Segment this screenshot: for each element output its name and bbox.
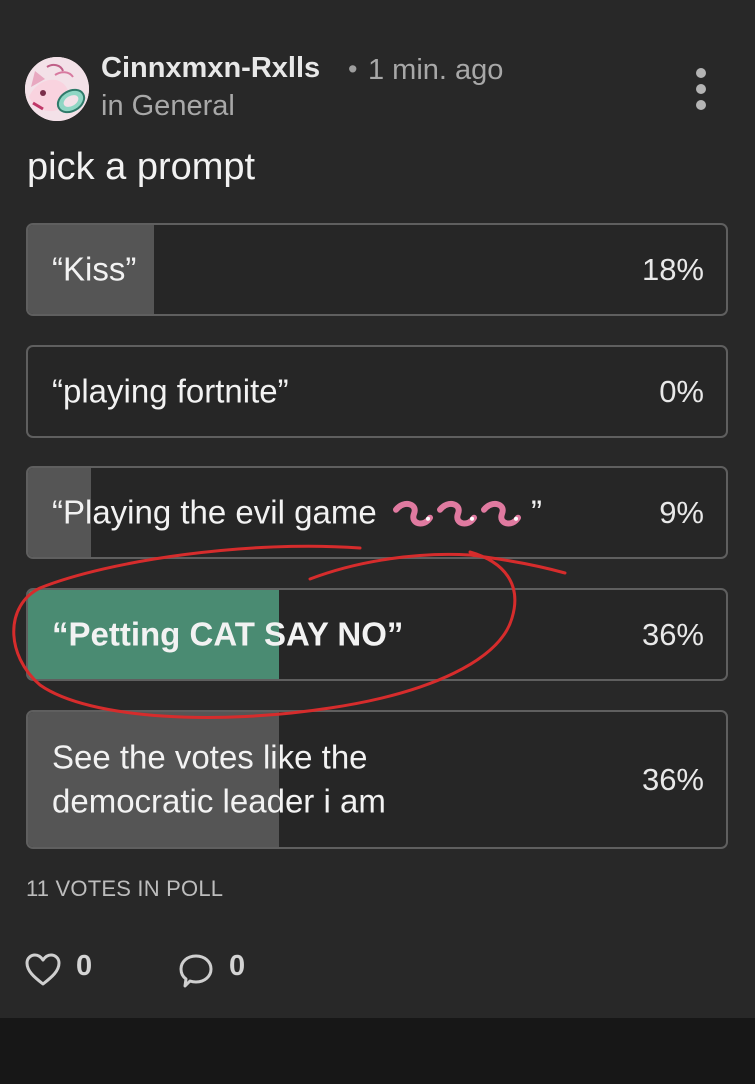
vertical-ellipsis-icon[interactable] [684, 66, 718, 112]
worm-emoji-icon [392, 500, 521, 527]
poll-option-percent: 36% [641, 761, 704, 797]
poll-vote-count: 11 VOTES IN POLL [26, 876, 224, 901]
poll-option-label: “Playing the evil game [52, 493, 377, 531]
poll-option[interactable]: “playing fortnite” 0% [26, 345, 728, 438]
poll-option-label: “playing fortnite” [52, 372, 289, 410]
heart-icon [25, 953, 61, 986]
bottom-bar [0, 1018, 755, 1084]
comment-count: 0 [229, 950, 246, 982]
poll-option-percent: 9% [659, 494, 704, 530]
poll-option-selected[interactable]: “Petting CAT SAY NO” 36% [26, 588, 728, 681]
poll-option-percent: 0% [659, 373, 704, 409]
poll-option-label-end: ” [531, 493, 543, 531]
post-card: Cinnxmxn-Rxlls • 1 min. ago in General p… [0, 0, 755, 1018]
author-avatar[interactable] [25, 57, 89, 121]
meta-separator: • [348, 54, 358, 84]
poll-option-label: See the votes like the democratic leader… [52, 737, 386, 820]
poll-option[interactable]: See the votes like the democratic leader… [26, 710, 728, 849]
author-name[interactable]: Cinnxmxn-Rxlls [101, 52, 320, 85]
post-title: pick a prompt [27, 146, 256, 188]
poll-option[interactable]: “Playing the evil game ” 9% [26, 466, 728, 559]
like-count: 0 [76, 950, 93, 982]
poll-option-label: “Petting CAT SAY NO” [52, 615, 404, 653]
poll-option-percent: 36% [641, 616, 704, 652]
poll-option-percent: 18% [641, 251, 704, 287]
poll-option-label-wrap: “Playing the evil game ” [52, 490, 542, 535]
speech-bubble-icon [179, 954, 213, 988]
like-button[interactable]: 0 [24, 948, 124, 992]
comment-button[interactable]: 0 [177, 948, 277, 992]
poll-option[interactable]: “Kiss” 18% [26, 223, 728, 316]
post-community[interactable]: in General [101, 90, 235, 123]
poll-option-label: “Kiss” [52, 250, 137, 288]
post-timestamp: 1 min. ago [368, 54, 504, 86]
